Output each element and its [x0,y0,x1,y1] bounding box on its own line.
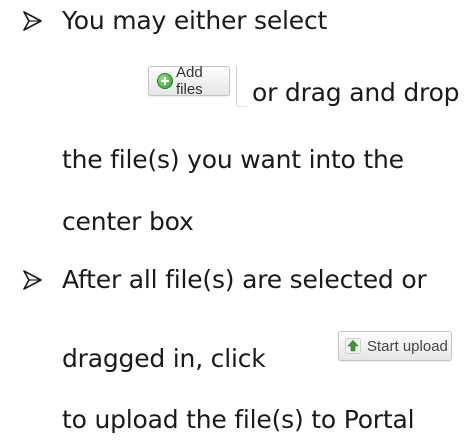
arrow-up-icon [345,338,361,354]
add-files-button-edge [236,66,247,107]
plus-circle-icon [157,73,173,89]
item1-line2: or drag and drop [252,78,460,107]
add-files-button[interactable]: Add files [148,64,230,98]
start-upload-label: Start upload [367,337,448,355]
item1-line3: the file(s) you want into the [62,145,404,174]
arrow-bullet-icon [22,270,42,290]
arrow-bullet-icon [22,11,42,31]
start-upload-button[interactable]: Start upload [338,331,452,361]
item2-line3: to upload the file(s) to Portal [62,405,415,434]
item2-line2: dragged in, click [62,344,266,373]
item1-line4: center box [62,207,194,236]
item2-line1: After all file(s) are selected or [62,265,427,294]
add-files-label: Add files [176,64,203,98]
item1-line1: You may either select [62,6,328,35]
